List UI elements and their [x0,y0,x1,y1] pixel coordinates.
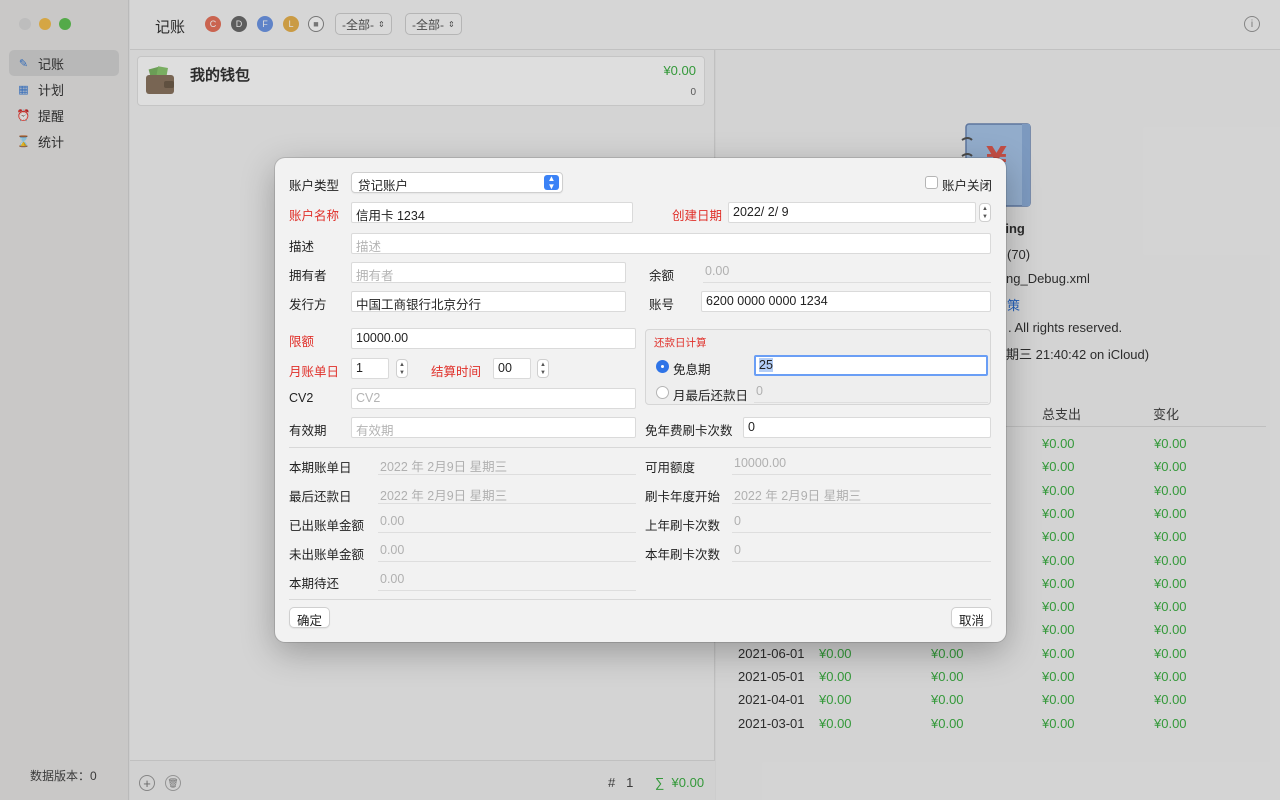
account-type-value: 贷记账户 [358,179,409,193]
account-number-label: 账号 [649,298,675,312]
description-field[interactable]: 描述 [351,233,991,254]
current-bill-date-label: 本期账单日 [289,461,352,475]
account-type-select[interactable]: 贷记账户 ▲ ▼ [351,172,563,193]
ok-button[interactable]: 确定 [289,607,331,628]
card-year-start-value: 2022 年 2月9日 星期三 [732,483,991,504]
unbilled-amount-value: 0.00 [378,541,636,562]
billed-amount-value: 0.00 [378,512,636,533]
created-date-label: 创建日期 [672,209,723,223]
account-type-label: 账户类型 [289,179,340,193]
amount-due-value: 0.00 [378,570,636,591]
credit-limit-label: 限额 [289,335,315,349]
owner-label: 拥有者 [289,269,327,283]
this-year-swipes-label: 本年刷卡次数 [645,548,721,562]
last-payment-date-value: 2022 年 2月9日 星期三 [378,483,636,504]
owner-field[interactable]: 拥有者 [351,262,626,283]
unbilled-amount-label: 未出账单金额 [289,548,365,562]
last-payment-date-label: 最后还款日 [289,490,352,504]
settle-time-field[interactable]: 00 [493,358,531,379]
balance-label: 余额 [649,269,675,283]
current-bill-date-value: 2022 年 2月9日 星期三 [378,454,636,475]
grace-period-field[interactable]: 25 [754,355,988,376]
footer-divider [289,599,991,600]
created-date-field[interactable]: 2022/ 2/ 9 [728,202,976,223]
grace-period-label: 免息期 [673,363,711,377]
fee-free-swipes-label: 免年费刷卡次数 [645,424,733,438]
issuer-label: 发行方 [289,298,327,312]
description-label: 描述 [289,240,315,254]
available-credit-label: 可用额度 [645,461,696,475]
account-closed-label: 账户关闭 [942,179,993,193]
account-number-field[interactable]: 6200 0000 0000 1234 [701,291,991,312]
amount-due-label: 本期待还 [289,577,340,591]
cv2-label: CV2 [289,391,314,405]
cancel-button[interactable]: 取消 [951,607,993,628]
last-repay-day-label: 月最后还款日 [673,389,749,403]
last-year-swipes-label: 上年刷卡次数 [645,519,721,533]
issuer-field[interactable]: 中国工商银行北京分行 [351,291,626,312]
account-name-field[interactable]: 信用卡 1234 [351,202,633,223]
fee-free-swipes-field[interactable]: 0 [743,417,991,438]
last-year-swipes-value: 0 [732,512,991,533]
account-edit-dialog: 账户类型 贷记账户 ▲ ▼ 账户关闭 账户名称 信用卡 1234 创建日期 202… [275,158,1006,642]
last-repay-day-radio[interactable] [656,386,669,399]
available-credit-value: 10000.00 [732,454,991,475]
last-repay-day-field[interactable]: 0 [754,382,988,403]
billing-day-label: 月账单日 [289,365,340,379]
cv2-field[interactable]: CV2 [351,388,636,409]
created-date-stepper[interactable]: ▲ ▼ [979,203,991,222]
card-year-start-label: 刷卡年度开始 [645,490,721,504]
repayment-calc-title: 还款日计算 [654,337,707,349]
grace-period-radio[interactable] [656,360,669,373]
grace-period-value: 25 [759,358,773,372]
this-year-swipes-value: 0 [732,541,991,562]
chevron-updown-icon: ▲ ▼ [544,174,559,190]
balance-value: 0.00 [703,262,991,283]
repayment-calc-group: 还款日计算 免息期 25 月最后还款日 0 [645,329,991,405]
expiry-label: 有效期 [289,424,327,438]
expiry-field[interactable]: 有效期 [351,417,636,438]
billing-day-stepper[interactable]: ▲ ▼ [396,359,408,378]
account-name-label: 账户名称 [289,209,340,223]
account-closed-checkbox[interactable] [925,176,938,189]
settle-time-label: 结算时间 [431,365,482,379]
section-divider [289,447,991,448]
billing-day-field[interactable]: 1 [351,358,389,379]
billed-amount-label: 已出账单金额 [289,519,365,533]
settle-time-stepper[interactable]: ▲ ▼ [537,359,549,378]
credit-limit-field[interactable]: 10000.00 [351,328,636,349]
